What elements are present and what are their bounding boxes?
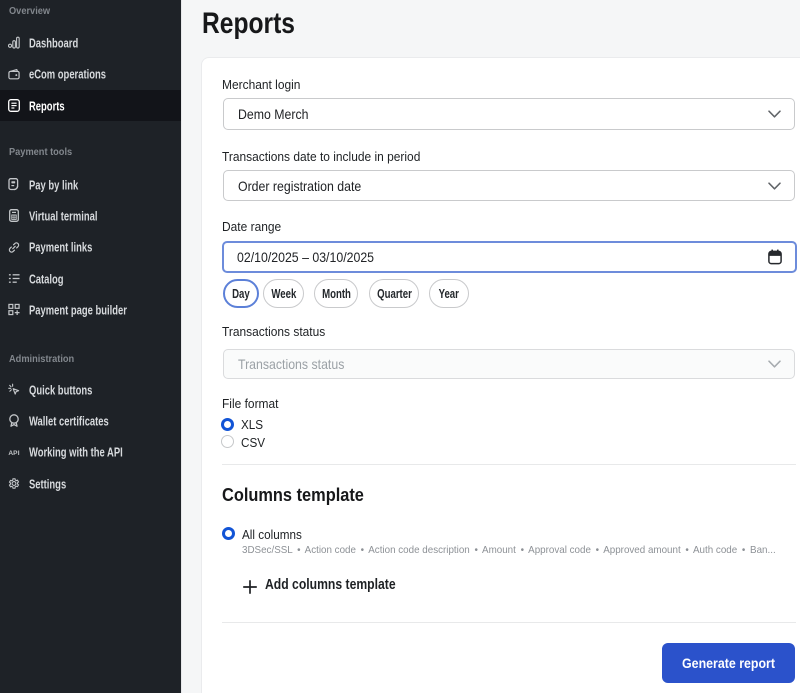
svg-text:API: API [8,449,19,456]
